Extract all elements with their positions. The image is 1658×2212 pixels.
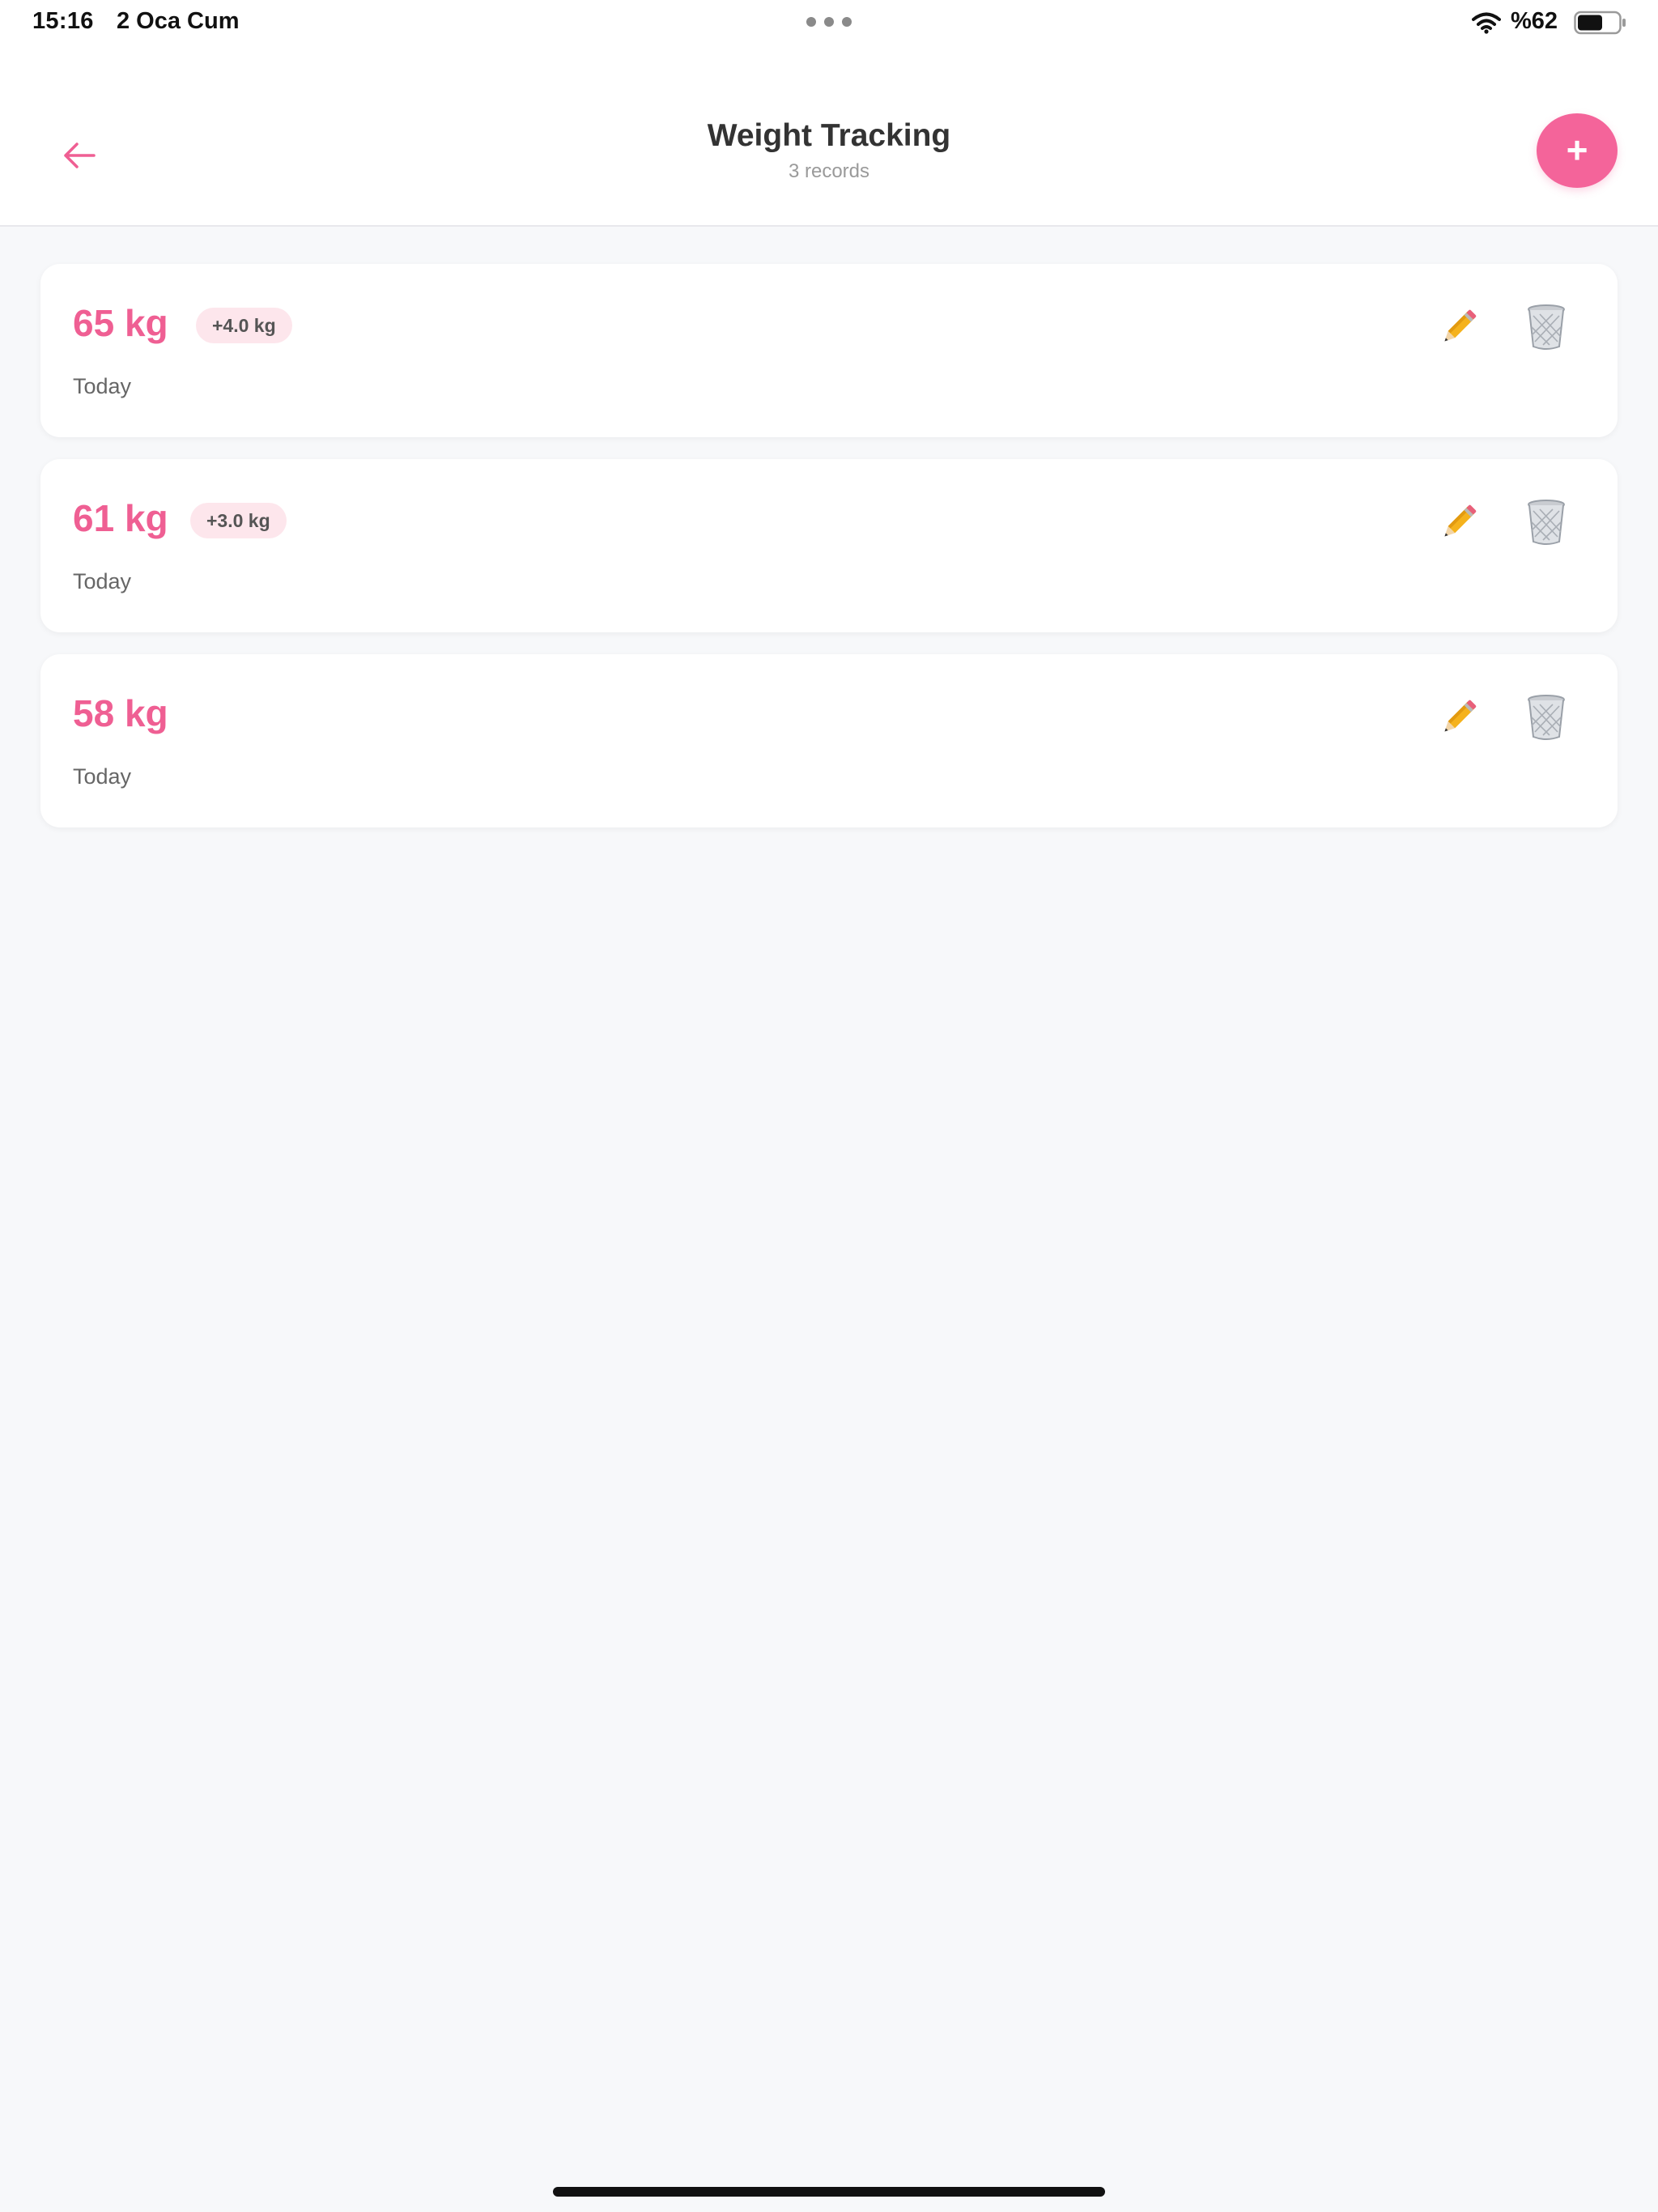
record-date: Today — [73, 374, 132, 398]
status-bar: 15:16 2 Oca Cum %62 — [0, 0, 1658, 45]
battery-icon — [1574, 11, 1626, 35]
record-count: 3 records — [788, 160, 870, 182]
record-date: Today — [73, 569, 132, 593]
weight-change-badge: +3.0 kg — [190, 503, 287, 538]
header: Weight Tracking 3 records — [0, 45, 1658, 227]
add-record-button[interactable]: + — [1537, 113, 1618, 188]
plus-icon: + — [1566, 129, 1588, 171]
pencil-icon[interactable] — [1435, 306, 1480, 351]
trash-icon[interactable] — [1525, 303, 1567, 351]
record-date: Today — [73, 764, 132, 789]
weight-change-badge: +4.0 kg — [196, 308, 292, 343]
trash-icon[interactable] — [1525, 693, 1567, 742]
home-indicator[interactable] — [553, 2187, 1105, 2197]
page-title: Weight Tracking — [707, 118, 951, 153]
weight-value: 61 kg — [73, 497, 168, 539]
weight-record-card[interactable]: 58 kg Today — [40, 654, 1618, 827]
weight-record-list: 65 kg +4.0 kg Today 61 kg +3.0 kg Today — [40, 264, 1618, 849]
pencil-icon[interactable] — [1435, 696, 1480, 742]
status-date: 2 Oca Cum — [117, 8, 240, 34]
weight-value: 58 kg — [73, 692, 168, 734]
wifi-icon — [1472, 12, 1501, 34]
status-time: 15:16 — [32, 8, 94, 34]
multitasking-dots-icon[interactable] — [806, 17, 852, 27]
trash-icon[interactable] — [1525, 498, 1567, 547]
battery-percent: %62 — [1511, 8, 1558, 34]
weight-value: 65 kg — [73, 302, 168, 344]
weight-record-card[interactable]: 65 kg +4.0 kg Today — [40, 264, 1618, 437]
pencil-icon[interactable] — [1435, 501, 1480, 547]
weight-record-card[interactable]: 61 kg +3.0 kg Today — [40, 459, 1618, 632]
